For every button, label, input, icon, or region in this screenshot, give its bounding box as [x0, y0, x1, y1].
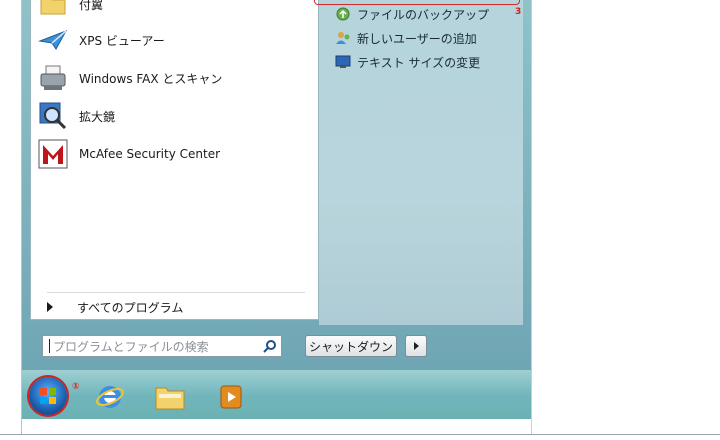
taskbar-explorer[interactable] [153, 380, 187, 414]
add-new-user-label: 新しいユーザーの追加 [357, 31, 477, 46]
text-caret [49, 339, 50, 353]
chevron-right-icon [413, 342, 419, 350]
program-label: 付翼 [79, 0, 104, 12]
taskbar-internet-explorer[interactable] [93, 380, 127, 414]
mcafee-icon [37, 138, 69, 170]
change-text-size-link[interactable]: テキスト サイズの変更 [335, 52, 480, 72]
xps-viewer-icon [37, 24, 69, 56]
shutdown-button[interactable]: シャットダウン [305, 335, 397, 357]
program-label: 拡大鏡 [79, 109, 116, 124]
folder-icon [37, 0, 69, 20]
search-input[interactable]: プログラムとファイルの検索 [42, 335, 282, 357]
program-item-accessories[interactable]: 付翼 [37, 0, 307, 22]
step-1-marker: ① [72, 382, 80, 392]
page-frame-bottom [0, 434, 720, 440]
highlight-box [314, 0, 520, 5]
windows-logo-icon [40, 388, 56, 404]
program-item-windows-fax[interactable]: Windows FAX とスキャン [37, 60, 307, 96]
start-menu: 付翼 XPS ビューアー Windows FAX とスキャン 拡大鏡 McAfe [22, 0, 531, 370]
shutdown-options-button[interactable] [405, 335, 427, 357]
search-placeholder: プログラムとファイルの検索 [53, 339, 209, 354]
fax-scanner-icon [37, 62, 69, 94]
internet-explorer-icon [96, 386, 124, 408]
programs-pane: 付翼 XPS ビューアー Windows FAX とスキャン 拡大鏡 McAfe [30, 0, 319, 320]
backup-icon [335, 6, 351, 22]
shutdown-label: シャットダウン [308, 339, 393, 354]
expand-arrow-icon [47, 302, 53, 312]
right-pane: ファイルのバックアップ 新しいユーザーの追加 テキスト サイズの変更 3 [319, 0, 523, 325]
page-frame-left [0, 0, 22, 439]
add-new-user-link[interactable]: 新しいユーザーの追加 [335, 28, 477, 48]
backup-files-link[interactable]: ファイルのバックアップ [335, 4, 489, 24]
all-programs-button[interactable]: すべてのプログラム [39, 295, 299, 319]
display-icon [335, 54, 351, 70]
folder-icon [155, 387, 185, 410]
backup-files-label: ファイルのバックアップ [357, 7, 490, 22]
magnifier-icon [37, 100, 69, 132]
program-label: Windows FAX とスキャン [79, 71, 223, 86]
all-programs-label: すべてのプログラム [77, 300, 184, 315]
page-frame-right [531, 0, 720, 439]
step-3-marker: 3 [515, 7, 522, 17]
program-item-magnifier[interactable]: 拡大鏡 [37, 98, 307, 134]
program-item-xps-viewer[interactable]: XPS ビューアー [37, 22, 307, 58]
separator [47, 292, 305, 293]
taskbar-media-player[interactable] [214, 380, 248, 414]
add-user-icon [335, 30, 351, 46]
search-icon [263, 339, 277, 356]
start-button[interactable] [29, 377, 67, 415]
program-item-mcafee[interactable]: McAfee Security Center [37, 136, 307, 172]
program-label: XPS ビューアー [79, 33, 165, 48]
program-label: McAfee Security Center [79, 147, 221, 161]
media-player-icon [220, 385, 242, 409]
change-text-size-label: テキスト サイズの変更 [357, 55, 481, 70]
